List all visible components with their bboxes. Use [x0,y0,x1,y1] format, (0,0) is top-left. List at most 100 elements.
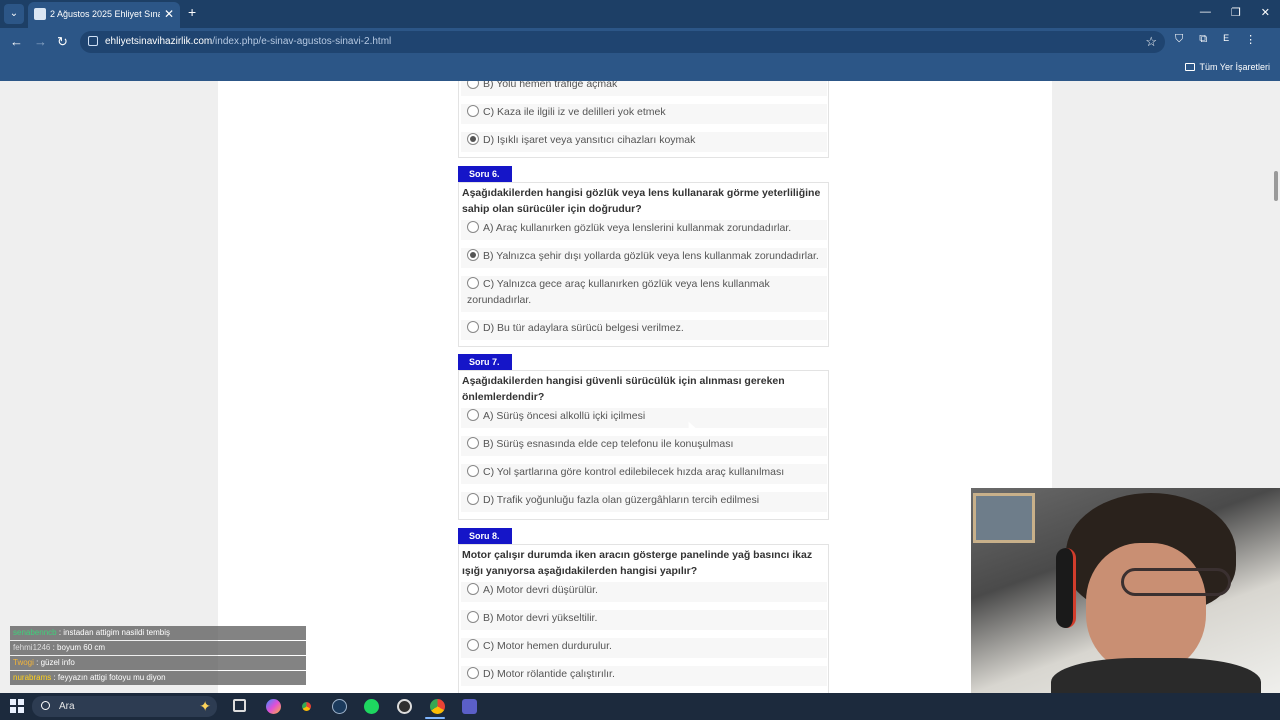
radio-button[interactable] [467,667,479,679]
radio-button[interactable] [467,583,479,595]
chat-username: nurabrams [13,673,52,682]
question-7-option-b[interactable]: B) Sürüş esnasında elde cep telefonu ile… [461,436,827,456]
wall-picture [973,493,1035,543]
chat-username: fehmi1246 [13,643,51,652]
tab-title: 2 Ağustos 2025 Ehliyet Sınavı H [50,9,160,19]
question-8-option-a[interactable]: A) Motor devri düşürülür. [461,582,827,602]
radio-button-selected[interactable] [467,133,479,145]
reload-icon[interactable]: ↻ [57,34,68,50]
toolbar-icons: ⛉ ⧉ E ⋮ [1175,33,1256,46]
page-content: B) Yolu hemen trafiğe açmak C) Kaza ile … [218,81,1052,693]
browser-tab-bar: ⌄ 2 Ağustos 2025 Ehliyet Sınavı H ✕ + — … [0,0,1280,28]
chat-text: : güzel info [36,658,75,667]
question-7-badge: Soru 7. [458,354,512,370]
radio-button[interactable] [467,409,479,421]
url-domain: ehliyetsinavihazirlik.com [105,36,213,47]
menu-kebab-icon[interactable]: ⋮ [1245,33,1256,46]
obs-icon[interactable] [397,699,412,714]
question-6-badge: Soru 6. [458,166,512,182]
shield-extension-icon[interactable]: ⛉ [1175,33,1183,46]
question-6-option-c[interactable]: C) Yalnızca gece araç kullanırken gözlük… [461,276,827,312]
all-bookmarks-label: Tüm Yer İşaretleri [1199,62,1270,72]
stream-chat-overlay: senabenncb : instadan attigim nasildi te… [10,626,306,686]
chrome-active-icon[interactable] [430,699,445,714]
radio-button[interactable] [467,321,479,333]
question-7-option-c[interactable]: C) Yol şartlarına göre kontrol edilebile… [461,464,827,484]
radio-button[interactable] [467,639,479,651]
radio-button[interactable] [467,437,479,449]
copilot-icon[interactable] [266,699,281,714]
forward-icon[interactable]: → [34,34,47,49]
address-bar[interactable]: ehliyetsinavihazirlik.com/index.php/e-si… [80,31,1165,53]
steam-icon[interactable] [332,699,347,714]
scrollbar-thumb[interactable] [1274,171,1278,201]
question-5-option-c[interactable]: C) Kaza ile ilgili iz ve delilleri yok e… [461,104,827,124]
radio-button[interactable] [467,611,479,623]
tab-close-icon[interactable]: ✕ [164,7,174,21]
radio-button[interactable] [467,81,479,89]
site-info-icon[interactable] [88,36,98,46]
profile-icon[interactable]: E [1223,33,1229,46]
question-8-option-b[interactable]: B) Motor devri yükseltilir. [461,610,827,630]
radio-button[interactable] [467,221,479,233]
teams-icon[interactable] [462,699,477,714]
question-7-box: Aşağıdakilerden hangisi güvenli sürücülü… [458,370,829,520]
windows-start-icon[interactable] [10,699,24,713]
webcam-overlay [971,488,1280,693]
question-5-option-d[interactable]: D) Işıklı işaret veya yansıtıcı cihazlar… [461,132,827,152]
chat-message: senabenncb : instadan attigim nasildi te… [10,626,306,640]
extensions-puzzle-icon[interactable]: ⧉ [1199,33,1207,46]
window-controls: — ❐ ✕ [1200,6,1270,19]
question-7-option-a[interactable]: A) Sürüş öncesi alkollü içki içilmesi [461,408,827,428]
chat-username: Twogi [13,658,34,667]
chat-text: : feyyazın attigi fotoyu mu diyon [53,673,166,682]
radio-button[interactable] [467,493,479,505]
all-bookmarks-folder[interactable]: Tüm Yer İşaretleri [1185,62,1270,72]
tab-search-chevron-icon[interactable]: ⌄ [4,4,24,24]
question-7-option-d[interactable]: D) Trafik yoğunluğu fazla olan güzergâhl… [461,492,827,512]
radio-button[interactable] [467,105,479,117]
question-5-option-b[interactable]: B) Yolu hemen trafiğe açmak [461,81,827,96]
search-highlight-icon: ✦ [199,698,211,714]
radio-button[interactable] [467,465,479,477]
restore-icon[interactable]: ❐ [1231,6,1241,19]
chat-text: : instadan attigim nasildi tembiş [58,628,170,637]
radio-button[interactable] [467,277,479,289]
chat-message: nurabrams : feyyazın attigi fotoyu mu di… [10,671,306,685]
back-icon[interactable]: ← [10,34,23,49]
browser-tab[interactable]: 2 Ağustos 2025 Ehliyet Sınavı H ✕ [28,2,180,28]
new-tab-icon[interactable]: + [188,4,196,20]
url-path: /index.php/e-sinav-agustos-sinavi-2.html [212,36,392,47]
question-8-box: Motor çalışır durumda iken aracın göster… [458,544,829,693]
browser-toolbar: ← → ↻ ehliyetsinavihazirlik.com/index.ph… [0,28,1280,56]
task-view-icon[interactable] [233,699,246,712]
question-6-option-a[interactable]: A) Araç kullanırken gözlük veya lensleri… [461,220,827,240]
minimize-icon[interactable]: — [1200,6,1211,19]
chat-message: Twogi : güzel info [10,656,306,670]
streamer-glasses [1121,568,1231,596]
taskbar-search[interactable]: Ara ✦ [32,696,217,717]
chat-username: senabenncb [13,628,57,637]
question-8-text: Motor çalışır durumda iken aracın göster… [462,549,813,577]
question-7-text: Aşağıdakilerden hangisi güvenli sürücülü… [462,375,785,403]
bookmark-star-icon[interactable]: ☆ [1145,34,1157,50]
streamer-shirt [1051,658,1261,693]
question-8-option-c[interactable]: C) Motor hemen durdurulur. [461,638,827,658]
active-app-indicator [425,717,445,719]
question-6-text: Aşağıdakilerden hangisi gözlük veya lens… [462,187,821,215]
windows-taskbar: Ara ✦ [0,693,1280,720]
question-6-option-b[interactable]: B) Yalnızca şehir dışı yollarda gözlük v… [461,248,827,268]
site-favicon-icon [34,8,46,20]
chrome-icon[interactable] [299,699,314,714]
radio-button-selected[interactable] [467,249,479,261]
headset [1056,548,1076,628]
folder-icon [1185,63,1196,71]
chat-message: fehmi1246 : boyum 60 cm [10,641,306,655]
question-8-option-d[interactable]: D) Motor rölantide çalıştırılır. [461,666,827,686]
spotify-icon[interactable] [364,699,379,714]
chat-text: : boyum 60 cm [52,643,106,652]
window-close-icon[interactable]: ✕ [1261,6,1270,19]
url-text: ehliyetsinavihazirlik.com/index.php/e-si… [105,36,391,47]
question-6-option-d[interactable]: D) Bu tür adaylara sürücü belgesi verilm… [461,320,827,340]
question-6-box: Aşağıdakilerden hangisi gözlük veya lens… [458,182,829,347]
